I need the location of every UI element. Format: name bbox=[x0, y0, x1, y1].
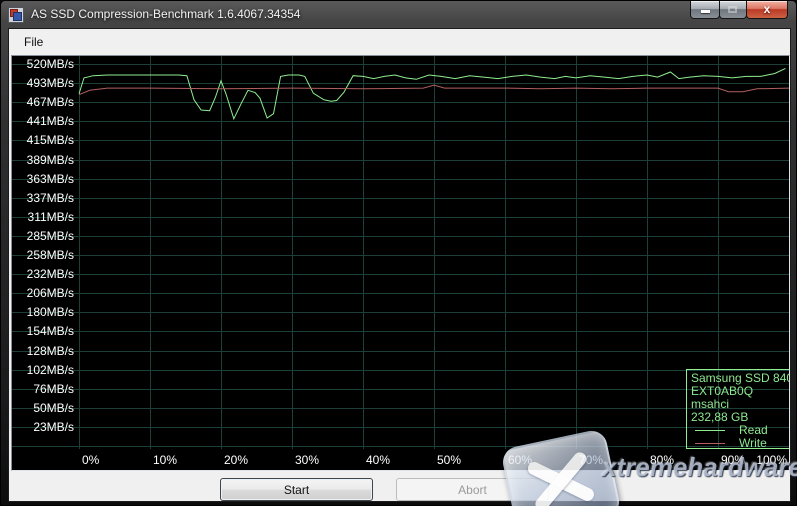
maximize-icon bbox=[728, 5, 737, 13]
abort-button[interactable]: Abort bbox=[396, 478, 549, 501]
title-bar: AS SSD Compression-Benchmark 1.6.4067.34… bbox=[1, 1, 796, 29]
legend-entry-write: Write bbox=[691, 436, 789, 449]
menu-item-file[interactable]: File bbox=[16, 32, 51, 53]
series-lines bbox=[78, 67, 789, 121]
minimize-button[interactable] bbox=[690, 1, 720, 19]
close-button[interactable]: x bbox=[746, 1, 788, 19]
chart-plot-area: 520MB/s 493MB/s 467MB/s 441MB/s 415MB/s 389MB… bbox=[12, 56, 789, 470]
write-series-line bbox=[78, 84, 789, 96]
legend-box: Samsung SSD 840 E EXT0AB0Q msahci 232,88… bbox=[686, 369, 789, 449]
read-series-line bbox=[78, 67, 786, 121]
close-icon: x bbox=[763, 2, 771, 16]
read-line-sample bbox=[695, 430, 725, 431]
write-line-sample bbox=[695, 443, 725, 444]
window-controls: x bbox=[690, 1, 788, 19]
start-button[interactable]: Start bbox=[220, 478, 373, 501]
app-icon bbox=[8, 7, 24, 23]
window-frame: AS SSD Compression-Benchmark 1.6.4067.34… bbox=[0, 0, 797, 506]
maximize-button[interactable] bbox=[719, 1, 747, 19]
minimize-icon bbox=[701, 10, 710, 13]
client-area: File 520MB/s 493MB/s 467MB/s 441MB/s 415MB/s… bbox=[9, 29, 790, 501]
legend-write-label: Write bbox=[739, 436, 767, 449]
menu-bar: File bbox=[9, 29, 790, 55]
chart-panel: 520MB/s 493MB/s 467MB/s 441MB/s 415MB/s 389MB… bbox=[11, 55, 790, 471]
window-title: AS SSD Compression-Benchmark 1.6.4067.34… bbox=[31, 7, 301, 21]
